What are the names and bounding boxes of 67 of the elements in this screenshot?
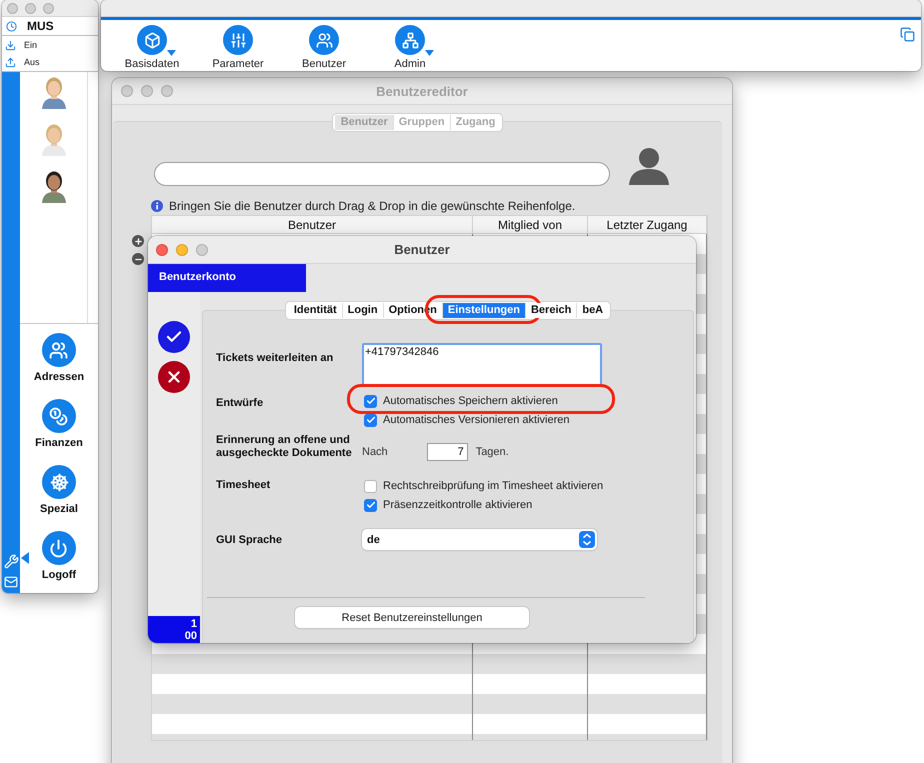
coins-icon — [49, 406, 68, 426]
suffix-text: Tagen. — [476, 446, 509, 458]
field-label: Entwürfe — [216, 396, 264, 411]
window-title: Benutzer — [394, 242, 450, 257]
minimize-button[interactable] — [25, 2, 36, 14]
close-button[interactable] — [156, 244, 168, 256]
confirm-button[interactable] — [158, 321, 190, 353]
section-header: Benutzerkonto — [148, 264, 306, 292]
text-area[interactable]: +41797342846 — [362, 343, 602, 386]
clock-item[interactable]: Ein — [5, 38, 98, 52]
minimize-button[interactable] — [176, 244, 188, 256]
download-icon — [5, 40, 16, 50]
reset-button[interactable]: Reset Benutzereinstellungen — [295, 607, 529, 628]
sliders-icon — [230, 32, 246, 48]
number-field[interactable]: 7 — [426, 442, 468, 460]
checkbox-option[interactable]: Rechtschreibprüfung im Timesheet aktivieren — [362, 478, 604, 494]
field-label: GUI Sprache — [216, 533, 284, 548]
cube-icon — [144, 32, 160, 48]
plus-icon — [134, 236, 142, 246]
checkbox-option[interactable]: Automatisches Speichern aktivieren — [362, 393, 558, 409]
close-button[interactable] — [7, 2, 18, 14]
toolbar-button[interactable]: Basisdaten — [109, 25, 195, 70]
zoom-button[interactable] — [196, 244, 208, 256]
tab[interactable]: Einstellungen — [442, 303, 525, 318]
field-label: Erinnerung an offene und ausgecheckte Dokumente — [216, 434, 353, 461]
record-counter: 1 00 — [148, 616, 200, 643]
check-icon — [366, 500, 376, 510]
info-icon — [151, 200, 163, 212]
add-button[interactable] — [132, 235, 144, 247]
user-icon — [628, 146, 670, 184]
users-icon — [49, 340, 68, 360]
zoom-button[interactable] — [43, 2, 54, 14]
users-icon — [316, 32, 332, 48]
checkbox-option[interactable]: Automatisches Versionieren aktivieren — [362, 412, 570, 428]
field-label: Timesheet — [216, 478, 272, 493]
module-button[interactable]: Adressen — [34, 333, 84, 383]
ship-wheel-icon — [50, 472, 68, 492]
prefix-text: Nach — [362, 446, 388, 458]
search-field[interactable] — [154, 162, 610, 186]
power-icon — [49, 538, 68, 558]
cancel-button[interactable] — [158, 361, 190, 393]
triangle-icon[interactable] — [21, 552, 29, 564]
toolbar-button[interactable]: Benutzer — [281, 25, 367, 70]
language-select[interactable]: de — [362, 529, 597, 550]
remove-button[interactable] — [132, 253, 144, 265]
close-button[interactable] — [121, 85, 133, 97]
checkbox-option[interactable]: Präsenzzeitkontrolle aktivieren — [362, 497, 532, 513]
window-title: Benutzereditor — [376, 84, 468, 98]
field-label: Tickets weiterleiten an — [216, 351, 334, 366]
hierarchy-icon — [402, 32, 418, 48]
minimize-button[interactable] — [141, 85, 153, 97]
windows-icon[interactable] — [900, 27, 915, 42]
column-header[interactable]: Mitglied von — [473, 216, 588, 233]
stepper-icon — [579, 531, 595, 548]
upload-icon — [5, 56, 16, 68]
module-button[interactable]: Finanzen — [35, 399, 83, 449]
column-header[interactable]: Letzter Zugang — [588, 216, 707, 233]
column-header[interactable]: Benutzer — [152, 216, 473, 233]
info-text: Bringen Sie die Benutzer durch Drag & Drop in die gewünschte Reihenfolge. — [169, 199, 576, 213]
clock-item[interactable]: Aus — [5, 55, 98, 69]
toolbar-button[interactable]: Admin — [367, 25, 453, 70]
toolbar-button[interactable]: Parameter — [195, 25, 281, 70]
user-name: MUS — [27, 19, 54, 33]
clock-icon — [6, 20, 17, 32]
wrench-icon[interactable] — [4, 554, 18, 569]
mail-icon[interactable] — [4, 575, 18, 589]
zoom-button[interactable] — [161, 85, 173, 97]
